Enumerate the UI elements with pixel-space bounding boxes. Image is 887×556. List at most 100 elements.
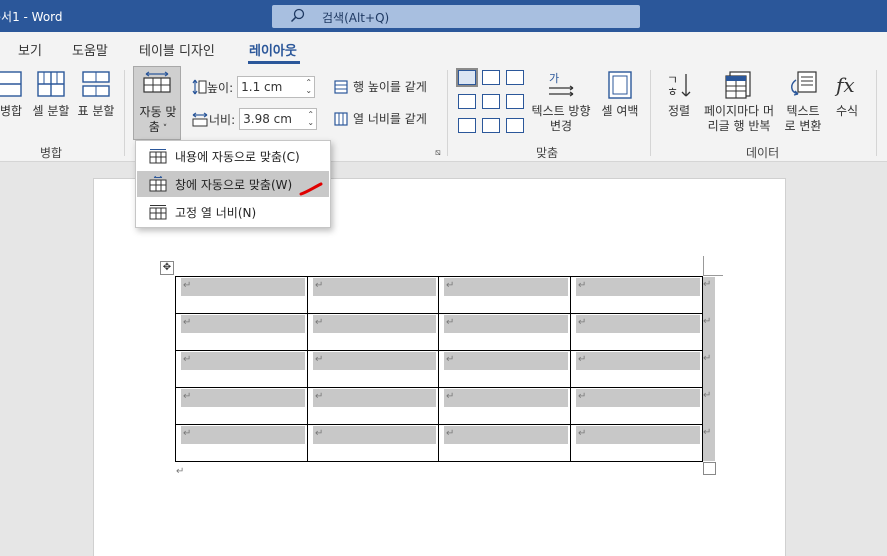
text-direction-button[interactable]: 가 텍스트 방향 변경 xyxy=(526,70,596,134)
cell-end-mark-icon: ↵ xyxy=(446,317,455,328)
align-top-left-button[interactable] xyxy=(456,68,478,87)
sort-icon: ㄱ ㅎ xyxy=(667,73,691,99)
sort-label: 정렬 xyxy=(667,104,691,118)
table-cell[interactable]: ↵ xyxy=(307,387,439,425)
cell-end-mark-icon: ↵ xyxy=(578,354,587,365)
cell-margins-button[interactable]: 셀 여백 xyxy=(598,70,642,119)
cell-size-dialog-launcher-icon[interactable]: ⧅ xyxy=(435,148,441,158)
col-width-row: 너비: 3.98 cm ⌃ ⌄ xyxy=(191,108,318,130)
autofit-button[interactable]: 자동 맞 춤 ˅ xyxy=(133,66,181,140)
table-cell[interactable]: ↵ xyxy=(175,313,308,351)
sort-button[interactable]: ㄱ ㅎ 정렬 xyxy=(662,70,696,119)
table-cell[interactable]: ↵ xyxy=(570,387,703,425)
row-height-input[interactable]: 1.1 cm ⌃ ⌄ xyxy=(237,76,316,98)
table-cell[interactable]: ↵ xyxy=(438,387,571,425)
table-cell[interactable]: ↵ xyxy=(570,424,703,462)
autofit-window-icon xyxy=(149,176,167,192)
spinner-arrows-icon[interactable]: ⌃ ⌄ xyxy=(305,79,312,95)
alignment-group-label: 맞춤 xyxy=(536,146,559,160)
table-cell[interactable]: ↵ xyxy=(175,276,308,314)
table-cell[interactable]: ↵ xyxy=(307,350,439,388)
width-label: 너비: xyxy=(209,112,236,127)
table-row: ↵ ↵ ↵ ↵ xyxy=(175,276,703,314)
align-middle-right-button[interactable] xyxy=(506,94,524,109)
formula-button[interactable]: fx 수식 xyxy=(828,70,866,119)
distribute-rows-button[interactable]: 행 높이를 같게 xyxy=(333,78,427,95)
fixed-column-width-icon xyxy=(149,205,167,220)
tab-help[interactable]: 도움말 xyxy=(72,40,108,59)
repeat-header-rows-button[interactable]: 페이지마다 머 리글 행 반복 xyxy=(700,70,778,134)
autofit-contents-icon xyxy=(149,149,167,164)
tab-table-design[interactable]: 테이블 디자인 xyxy=(139,40,215,59)
split-cells-label: 셀 분할 xyxy=(32,104,70,118)
table-cell[interactable]: ↵ xyxy=(307,313,439,351)
col-width-icon xyxy=(192,112,208,127)
menu-item-autofit-contents[interactable]: 내용에 자동으로 맞춤(C) xyxy=(137,143,329,169)
table-cell[interactable]: ↵ xyxy=(570,276,703,314)
red-annotation-mark xyxy=(299,182,323,196)
merge-cells-button[interactable]: 병합 xyxy=(0,70,30,119)
col-width-input[interactable]: 3.98 cm ⌃ ⌄ xyxy=(239,108,318,130)
table-move-handle-icon[interactable]: ✥ xyxy=(160,261,174,275)
row-end-mark-icon: ↵ xyxy=(703,316,712,327)
search-placeholder: 검색(Alt+Q) xyxy=(322,11,390,25)
group-divider xyxy=(650,70,651,156)
formula-icon: fx xyxy=(834,73,855,97)
split-table-button[interactable]: 표 분할 xyxy=(76,70,116,119)
cell-end-mark-icon: ↵ xyxy=(446,280,455,291)
tab-layout[interactable]: 레이아웃 xyxy=(249,40,297,59)
cell-shading xyxy=(576,352,700,370)
table-cell[interactable]: ↵ xyxy=(570,350,703,388)
table-resize-handle[interactable] xyxy=(703,462,716,475)
cell-shading xyxy=(444,278,568,296)
column-marker xyxy=(703,275,723,276)
cell-end-mark-icon: ↵ xyxy=(446,428,455,439)
table-cell[interactable]: ↵ xyxy=(438,424,571,462)
align-bottom-center-button[interactable] xyxy=(482,118,500,133)
align-bottom-right-button[interactable] xyxy=(506,118,524,133)
align-top-right-button[interactable] xyxy=(506,70,524,85)
split-cells-button[interactable]: 셀 분할 xyxy=(32,70,70,119)
text-direction-label-2: 변경 xyxy=(549,119,573,133)
menu-item-fixed-column-width[interactable]: 고정 열 너비(N) xyxy=(137,199,329,225)
cell-end-mark-icon: ↵ xyxy=(315,391,324,402)
row-end-mark-icon: ↵ xyxy=(703,279,712,290)
align-middle-center-button[interactable] xyxy=(482,94,500,109)
cell-shading xyxy=(576,315,700,333)
table-cell[interactable]: ↵ xyxy=(175,387,308,425)
table-cell[interactable]: ↵ xyxy=(175,350,308,388)
cell-margins-label: 셀 여백 xyxy=(601,104,639,118)
table-cell[interactable]: ↵ xyxy=(307,276,439,314)
convert-to-text-button[interactable]: 텍스트 로 변환 xyxy=(780,70,826,134)
align-top-center-button[interactable] xyxy=(482,70,500,85)
table-cell[interactable]: ↵ xyxy=(438,313,571,351)
row-height-row: 높이: 1.1 cm ⌃ ⌄ xyxy=(191,76,316,98)
distribute-cols-label: 열 너비를 같게 xyxy=(353,112,427,126)
table-cell[interactable]: ↵ xyxy=(438,276,571,314)
cell-end-mark-icon: ↵ xyxy=(183,354,192,365)
autofit-dropdown-menu: 내용에 자동으로 맞춤(C) 창에 자동으로 맞춤(W) 고정 열 너비(N) xyxy=(135,140,331,228)
cell-shading xyxy=(181,315,305,333)
group-divider xyxy=(876,70,877,156)
cell-shading xyxy=(181,278,305,296)
align-middle-left-button[interactable] xyxy=(458,94,476,109)
distribute-cols-button[interactable]: 열 너비를 같게 xyxy=(333,110,427,127)
cell-end-mark-icon: ↵ xyxy=(315,354,324,365)
cell-shading xyxy=(181,426,305,444)
svg-text:ㅎ: ㅎ xyxy=(667,85,678,99)
tab-view[interactable]: 보기 xyxy=(18,40,42,59)
menu-item-label: 창에 자동으로 맞춤(W) xyxy=(175,177,293,192)
align-bottom-left-button[interactable] xyxy=(458,118,476,133)
table-cell[interactable]: ↵ xyxy=(307,424,439,462)
cell-shading xyxy=(313,278,436,296)
svg-text:가: 가 xyxy=(549,72,559,85)
table-cell[interactable]: ↵ xyxy=(438,350,571,388)
cell-shading xyxy=(444,352,568,370)
cell-alignment-grid xyxy=(456,68,528,140)
spinner-arrows-icon[interactable]: ⌃ ⌄ xyxy=(307,111,314,127)
search-box[interactable]: 검색(Alt+Q) xyxy=(272,5,640,28)
table-cell[interactable]: ↵ xyxy=(175,424,308,462)
group-divider xyxy=(447,70,448,156)
table-cell[interactable]: ↵ xyxy=(570,313,703,351)
document-table[interactable]: ↵ ↵ ↵ ↵ ↵ ↵ ↵ ↵ ↵ ↵ ↵ ↵ ↵ ↵ ↵ ↵ ↵ ↵ ↵ ↵ xyxy=(175,276,703,462)
